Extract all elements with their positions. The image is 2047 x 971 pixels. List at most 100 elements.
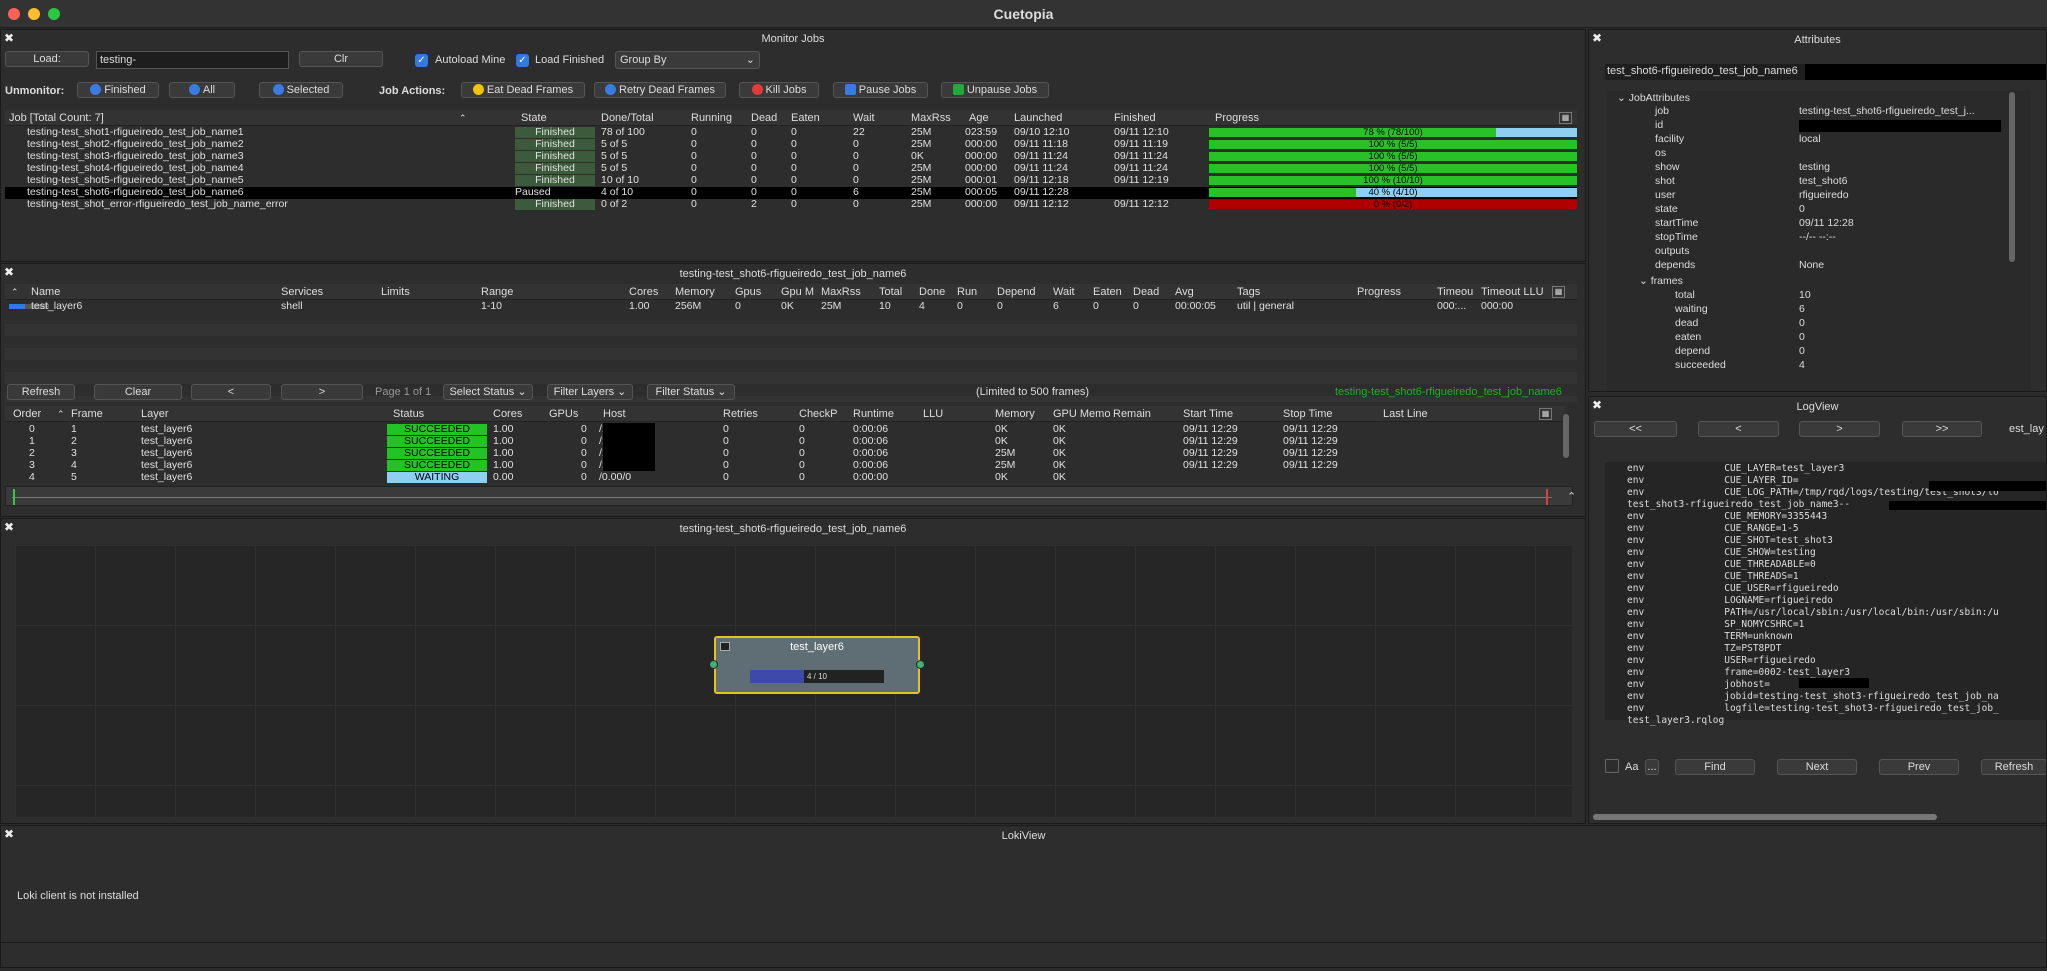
attribute-value[interactable] xyxy=(1799,245,1999,258)
attribute-key[interactable]: os xyxy=(1655,147,1666,160)
layers-column-header[interactable]: MaxRss xyxy=(821,285,861,300)
chevron-up-icon[interactable]: ⌃ xyxy=(1567,490,1576,503)
frame-cores[interactable]: 1.00 xyxy=(493,460,593,471)
job-launched[interactable]: 09/11 11:24 xyxy=(1014,163,1114,174)
log-last-button[interactable]: >> xyxy=(1902,421,1982,437)
frames-scrollbar[interactable] xyxy=(1563,414,1569,458)
select-status-button[interactable]: Select Status ⌄ xyxy=(443,384,533,400)
frame-status-badge[interactable]: SUCCEEDED xyxy=(387,448,487,459)
job-progress-bar[interactable]: 78 % (78/100) xyxy=(1209,128,1577,137)
search-options-button[interactable]: ... xyxy=(1645,759,1659,775)
job-progress-text[interactable]: 0 % (0/2) xyxy=(1209,200,1577,209)
log-prev-match-button[interactable]: Prev xyxy=(1879,759,1959,775)
frame-host[interactable]: /0.00/0 xyxy=(599,472,699,483)
job-finished[interactable] xyxy=(1114,187,1214,198)
log-line[interactable]: env CUE_THREADS=1 xyxy=(1627,571,2046,583)
jobs-column-header[interactable]: Progress xyxy=(1215,111,1259,126)
job-finished[interactable]: 09/11 12:19 xyxy=(1114,175,1214,186)
job-progress-bar[interactable]: 100 % (5/5) xyxy=(1209,152,1577,161)
log-line[interactable]: env LOGNAME=rfigueiredo xyxy=(1627,595,2046,607)
frame-last[interactable] xyxy=(1383,472,1483,483)
log-line[interactable]: env CUE_RANGE=1-5 xyxy=(1627,523,2046,535)
column-chooser-icon[interactable]: ▦ xyxy=(1552,286,1565,298)
log-find-button[interactable]: Find xyxy=(1675,759,1755,775)
log-horizontal-scrollbar[interactable] xyxy=(1593,814,1937,820)
layer-tags[interactable]: util | general xyxy=(1237,301,1337,312)
attributes-scrollbar[interactable] xyxy=(2009,92,2015,262)
job-row[interactable]: testing-test_shot2-rfigueiredo_test_job_… xyxy=(5,139,1577,151)
log-line[interactable]: env CUE_THREADABLE=0 xyxy=(1627,559,2046,571)
log-line[interactable]: env CUE_SHOW=testing xyxy=(1627,547,2046,559)
frames-column-header[interactable]: CheckP xyxy=(799,407,838,422)
frames-next-page-button[interactable]: > xyxy=(281,384,363,400)
column-chooser-icon[interactable]: ▦ xyxy=(1539,408,1552,420)
layers-column-header[interactable]: Depend xyxy=(997,285,1036,300)
frame-row[interactable]: 4 5 test_layer6 WAITING 0.00 0/0.00/0 0 0 0:00:0… xyxy=(5,472,1561,484)
frames-column-header[interactable]: Host xyxy=(603,407,626,422)
frame-row[interactable]: 12test_layer6SUCCEEDED1.000/1.00/0000:00… xyxy=(5,435,1561,448)
frame-status-badge[interactable]: SUCCEEDED xyxy=(387,424,487,435)
frames-column-header[interactable]: Frame xyxy=(71,407,103,422)
layers-column-header[interactable]: Tags xyxy=(1237,285,1260,300)
job-name[interactable]: testing-test_shot1-rfigueiredo_test_job_… xyxy=(27,127,507,138)
log-line[interactable]: env TERM=unknown xyxy=(1627,631,2046,643)
job-progress-text[interactable]: 100 % (10/10) xyxy=(1209,176,1577,185)
job-progress-text[interactable]: 78 % (78/100) xyxy=(1209,128,1577,137)
retry-dead-frames-button[interactable]: Retry Dead Frames xyxy=(594,82,726,98)
frames-column-header[interactable]: Remain xyxy=(1113,407,1151,422)
filter-layers-button[interactable]: Filter Layers ⌄ xyxy=(547,384,633,400)
job-row[interactable]: testing-test_shot_error-rfigueiredo_test… xyxy=(5,199,1577,211)
attribute-key[interactable]: startTime xyxy=(1655,217,1698,230)
jobs-column-header[interactable]: MaxRss xyxy=(911,111,951,126)
job-state-badge[interactable]: Finished xyxy=(515,175,595,186)
frame-stat-key[interactable]: total xyxy=(1675,289,1695,302)
frame-stop[interactable]: 09/11 12:29 xyxy=(1283,436,1383,447)
job-progress-text[interactable]: 100 % (5/5) xyxy=(1209,152,1577,161)
frame-stat-value[interactable]: 10 xyxy=(1799,289,1811,302)
frames-column-header[interactable]: Retries xyxy=(723,407,758,422)
attribute-key[interactable]: state xyxy=(1655,203,1678,216)
layer-limits[interactable] xyxy=(381,301,481,312)
filter-status-button[interactable]: Filter Status ⌄ xyxy=(647,384,735,400)
job-finished[interactable]: 09/11 12:10 xyxy=(1114,127,1214,138)
job-finished[interactable]: 09/11 11:19 xyxy=(1114,139,1214,150)
layers-column-header[interactable]: Dead xyxy=(1133,285,1159,300)
attribute-value[interactable]: testing xyxy=(1799,161,1999,174)
layers-column-header[interactable]: Range xyxy=(481,285,513,300)
log-line[interactable]: env CUE_SHOT=test_shot3 xyxy=(1627,535,2046,547)
job-launched[interactable]: 09/10 12:10 xyxy=(1014,127,1114,138)
frame-cores[interactable]: 1.00 xyxy=(493,436,593,447)
job-progress-text[interactable]: 100 % (5/5) xyxy=(1209,140,1577,149)
job-done[interactable]: 5 of 5 xyxy=(601,163,701,174)
pause-jobs-button[interactable]: Pause Jobs xyxy=(833,82,928,98)
job-state-badge[interactable]: Finished xyxy=(515,139,595,150)
jobs-column-header[interactable]: Age xyxy=(969,111,989,126)
layers-column-header[interactable]: Timeout LLU xyxy=(1481,285,1544,300)
layers-column-header[interactable]: Gpu M xyxy=(781,285,814,300)
frames-column-header[interactable]: GPU Memo xyxy=(1053,407,1110,422)
attribute-value[interactable]: --/-- --:-- xyxy=(1799,231,1999,244)
log-line[interactable]: env logfile=testing-test_shot3-rfigueire… xyxy=(1627,703,2046,715)
job-done[interactable]: 10 of 10 xyxy=(601,175,701,186)
jobs-column-header[interactable]: Done/Total xyxy=(601,111,654,126)
job-progress-text[interactable]: 40 % (4/10) xyxy=(1209,188,1577,197)
job-finished[interactable]: 09/11 11:24 xyxy=(1114,151,1214,162)
job-row[interactable]: testing-test_shot6-rfigueiredo_test_job_… xyxy=(5,187,1577,199)
frames-clear-button[interactable]: Clear xyxy=(94,384,182,400)
layers-column-header[interactable]: Run xyxy=(957,285,977,300)
frame-row[interactable]: 34test_layer6SUCCEEDED1.000/1.00/0000:00… xyxy=(5,459,1561,472)
job-search-input[interactable]: testing- xyxy=(96,51,289,69)
frames-column-header[interactable]: Layer xyxy=(141,407,169,422)
eat-dead-frames-button[interactable]: Eat Dead Frames xyxy=(461,82,585,98)
layers-column-header[interactable]: Progress xyxy=(1357,285,1401,300)
layer-node[interactable]: test_layer6 4 / 10 xyxy=(714,636,920,694)
frame-stat-value[interactable]: 4 xyxy=(1799,359,1805,372)
log-prev-button[interactable]: < xyxy=(1698,421,1779,437)
layers-column-header[interactable]: Cores xyxy=(629,285,658,300)
layers-column-header[interactable]: Avg xyxy=(1175,285,1194,300)
timeline-start-marker[interactable] xyxy=(13,489,15,505)
job-state-badge[interactable]: Finished xyxy=(515,151,595,162)
layers-column-header[interactable]: Limits xyxy=(381,285,410,300)
attribute-key[interactable]: depends xyxy=(1655,259,1695,272)
frame-cores[interactable]: 0.00 xyxy=(493,472,593,483)
